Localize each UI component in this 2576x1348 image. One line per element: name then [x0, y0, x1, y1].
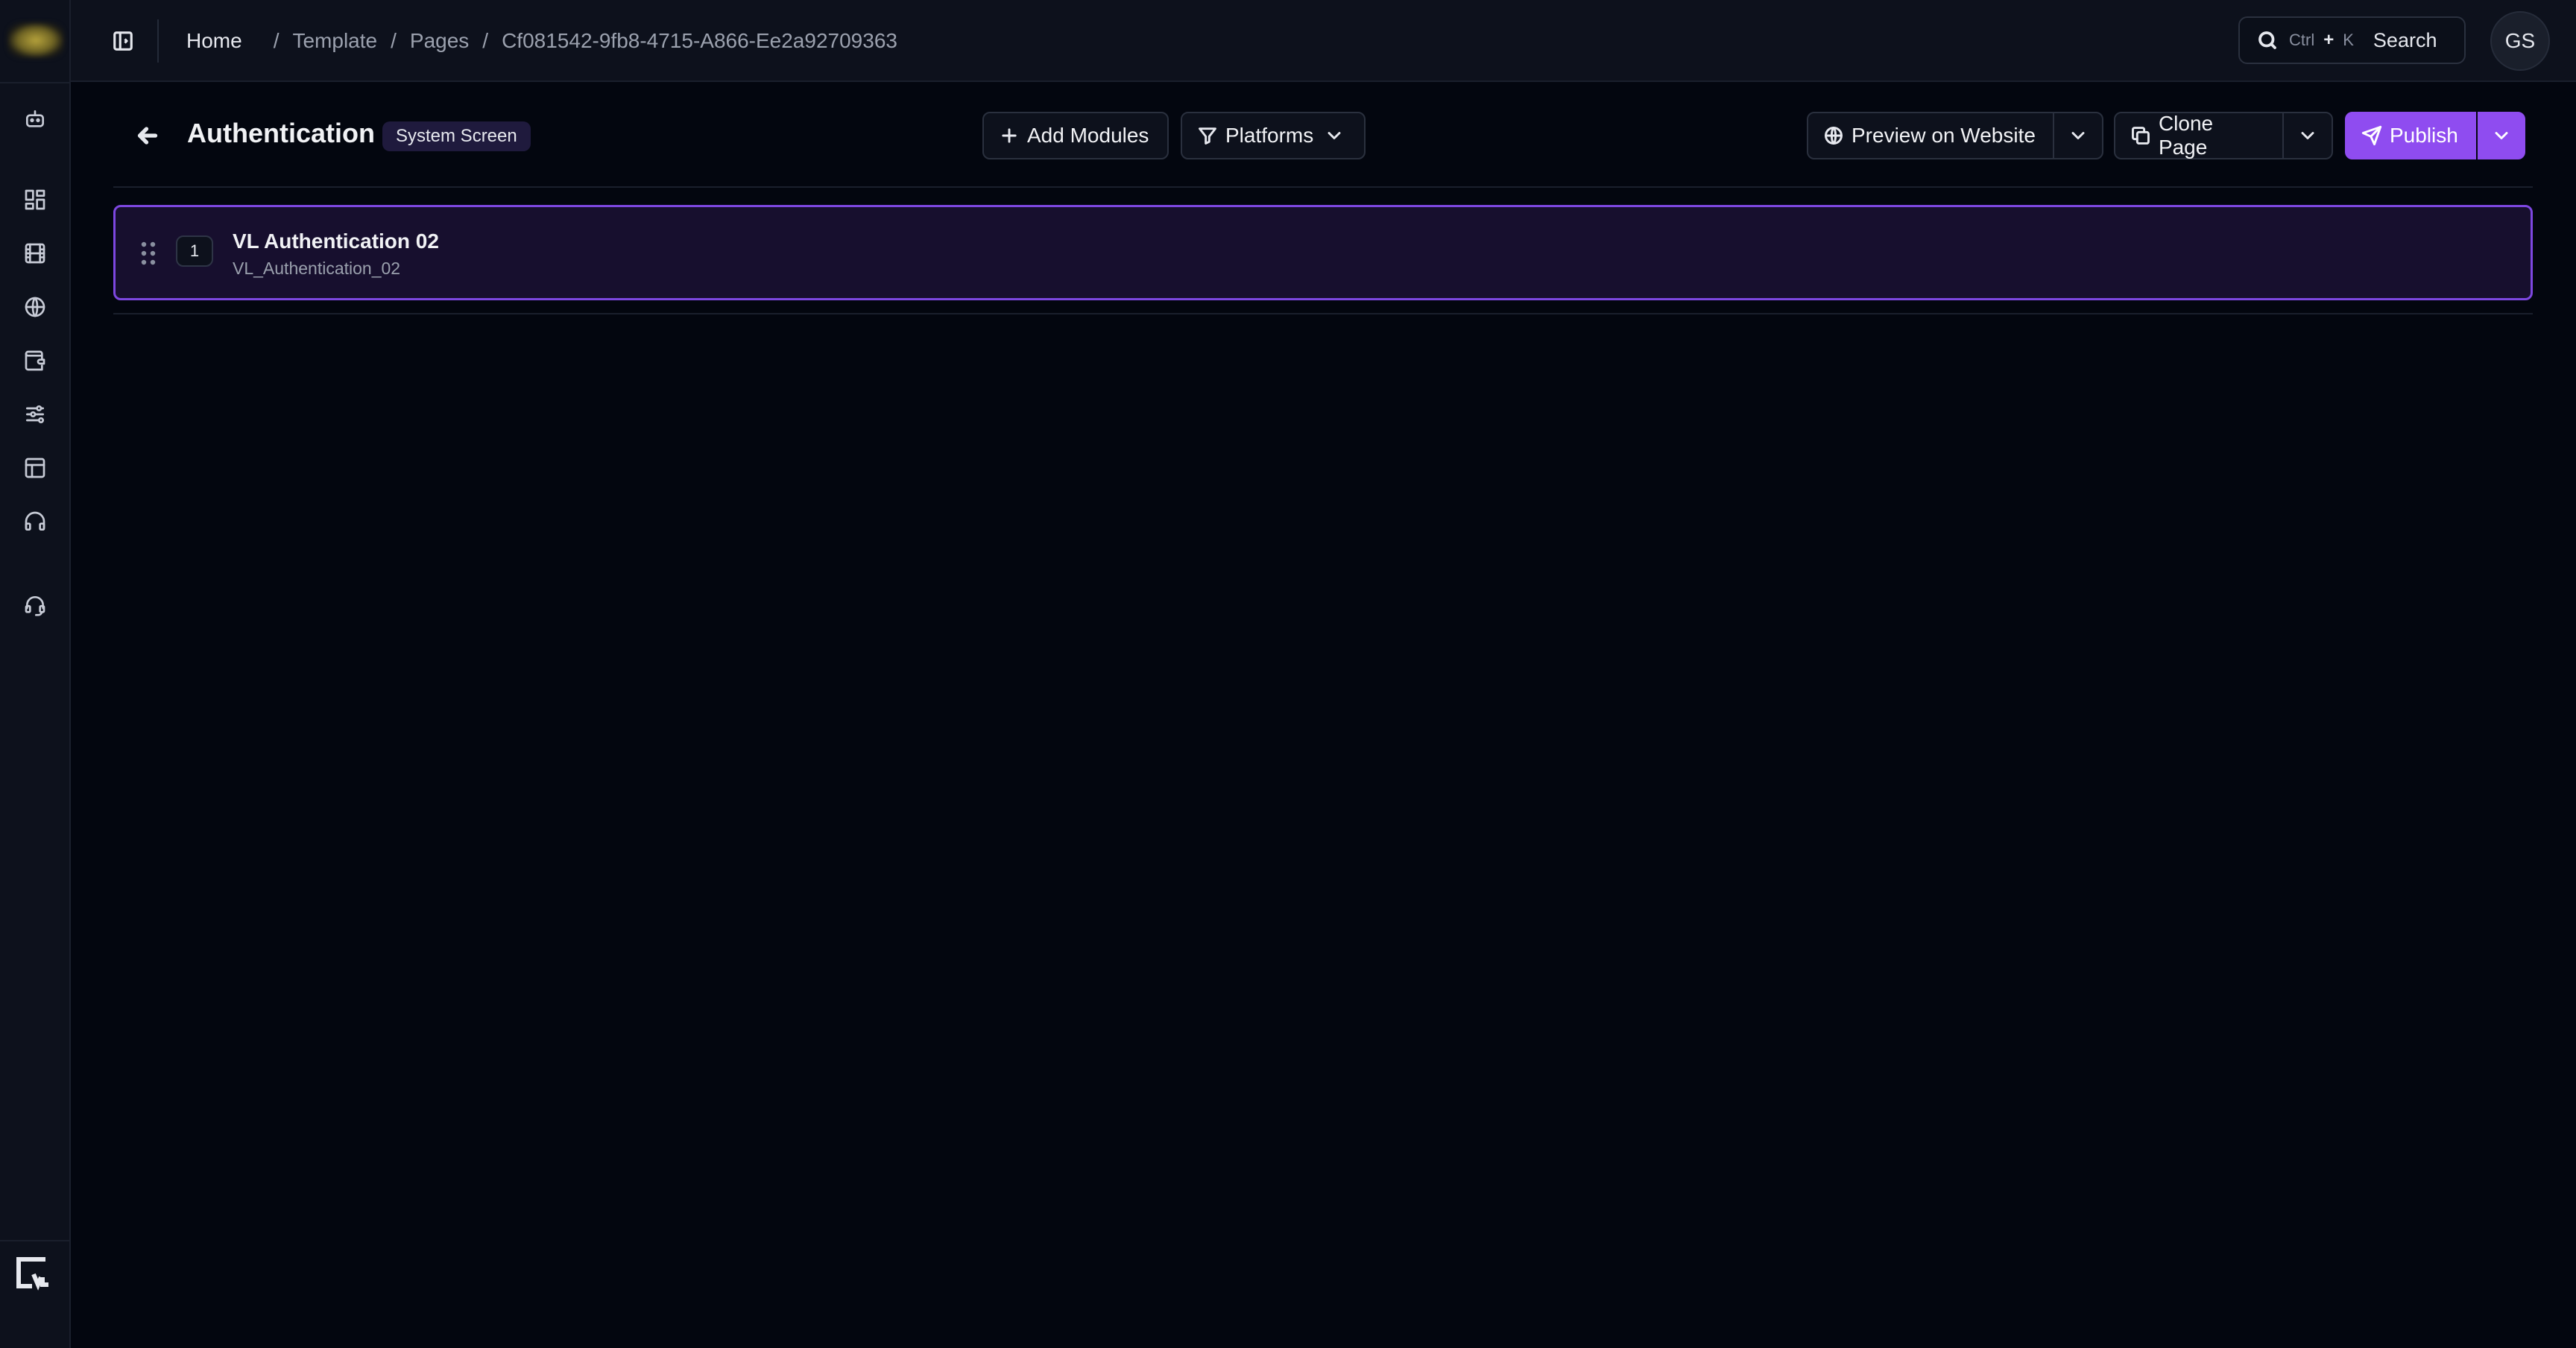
shortcut-key-ctrl: Ctrl	[2289, 31, 2315, 49]
filter-icon	[1199, 127, 1216, 145]
back-button[interactable]	[131, 119, 164, 152]
user-avatar[interactable]: GS	[2490, 11, 2550, 71]
brand-logo[interactable]	[7, 22, 64, 58]
breadcrumb-template[interactable]: Template	[292, 29, 377, 53]
sliders-icon	[26, 405, 44, 423]
breadcrumb-separator: /	[391, 29, 397, 52]
headphones-icon	[25, 511, 45, 531]
add-modules-button[interactable]: Add Modules	[982, 112, 1169, 159]
publish-options-button[interactable]	[2478, 112, 2525, 159]
headset-icon	[25, 596, 45, 616]
search-label: Search	[2373, 28, 2437, 51]
header-divider	[113, 186, 2533, 188]
globe-icon	[1825, 127, 1843, 145]
breadcrumb-home[interactable]: Home	[186, 29, 242, 53]
search-button[interactable]: Ctrl + K Search	[2238, 16, 2466, 64]
breadcrumb: Home / Template / Pages / Cf081542-9fb8-…	[186, 0, 897, 82]
bot-icon	[26, 110, 44, 127]
topbar-divider	[157, 19, 159, 63]
breadcrumb-separator: /	[273, 29, 280, 52]
drag-handle-icon[interactable]	[139, 241, 157, 265]
arrow-left-icon	[137, 127, 158, 145]
sidebar-item-layout[interactable]	[20, 453, 50, 483]
sidebar-footer-logo[interactable]	[10, 1252, 57, 1294]
chevron-down-icon	[2301, 132, 2314, 139]
sidebar-item-audio[interactable]	[20, 507, 50, 537]
system-screen-badge: System Screen	[382, 121, 531, 151]
clone-page-label: Clone Page	[2158, 112, 2214, 159]
page-title: Authentication	[187, 118, 375, 148]
module-index: 1	[176, 235, 213, 267]
module-identifier: VL_Authentication_02	[233, 259, 401, 278]
module-list-divider	[113, 313, 2533, 314]
breadcrumb-page-id: Cf081542-9fb8-4715-A866-Ee2a92709363	[502, 29, 897, 52]
platforms-label: Platforms	[1225, 124, 1314, 147]
sidebar-item-settings[interactable]	[20, 399, 50, 429]
add-modules-label: Add Modules	[1027, 124, 1149, 147]
vl-logo-icon	[16, 1257, 48, 1291]
shortcut-key-k: K	[2343, 31, 2354, 49]
clone-page-button[interactable]: Clone Page	[2114, 112, 2284, 159]
sidebar-item-media[interactable]	[20, 238, 50, 268]
top-bar: Home / Template / Pages / Cf081542-9fb8-…	[71, 0, 2576, 82]
publish-button[interactable]: Publish	[2345, 112, 2476, 159]
preview-options-button[interactable]	[2053, 112, 2103, 159]
preview-on-website-button[interactable]: Preview on Website	[1807, 112, 2054, 159]
sidebar-item-bot[interactable]	[20, 104, 50, 134]
layout-icon	[25, 458, 45, 478]
module-title: VL Authentication 02	[233, 230, 439, 253]
sidebar-panel-icon	[113, 31, 133, 51]
sidebar-item-dashboard[interactable]	[20, 185, 50, 215]
dashboard-icon	[25, 189, 45, 210]
sidebar-divider	[0, 82, 71, 83]
module-item[interactable]: 1 VL Authentication 02 VL_Authentication…	[113, 205, 2533, 300]
sidebar-bottom-divider	[0, 1240, 71, 1241]
preview-label: Preview on Website	[1852, 124, 2036, 147]
globe-icon	[25, 297, 45, 317]
chevron-down-icon	[2071, 132, 2085, 139]
sidebar-item-website[interactable]	[20, 292, 50, 322]
platforms-dropdown[interactable]: Platforms	[1181, 112, 1366, 159]
plus-icon	[1002, 128, 1017, 143]
send-icon	[2361, 125, 2382, 146]
copy-icon	[2132, 127, 2150, 145]
shortcut-plus: +	[2323, 30, 2334, 50]
sidebar-item-support[interactable]	[20, 590, 50, 620]
sidebar-item-wallet[interactable]	[20, 346, 50, 376]
sidebar	[0, 0, 71, 1348]
breadcrumb-separator: /	[482, 29, 489, 52]
clone-options-button[interactable]	[2282, 112, 2333, 159]
publish-label: Publish	[2390, 124, 2458, 147]
toggle-sidebar-button[interactable]	[108, 26, 138, 56]
breadcrumb-pages[interactable]: Pages	[410, 29, 469, 53]
wallet-icon	[25, 350, 45, 371]
film-icon	[25, 243, 45, 264]
search-icon	[2258, 31, 2276, 49]
chevron-down-icon	[1328, 132, 1341, 139]
chevron-down-icon	[2495, 132, 2508, 139]
